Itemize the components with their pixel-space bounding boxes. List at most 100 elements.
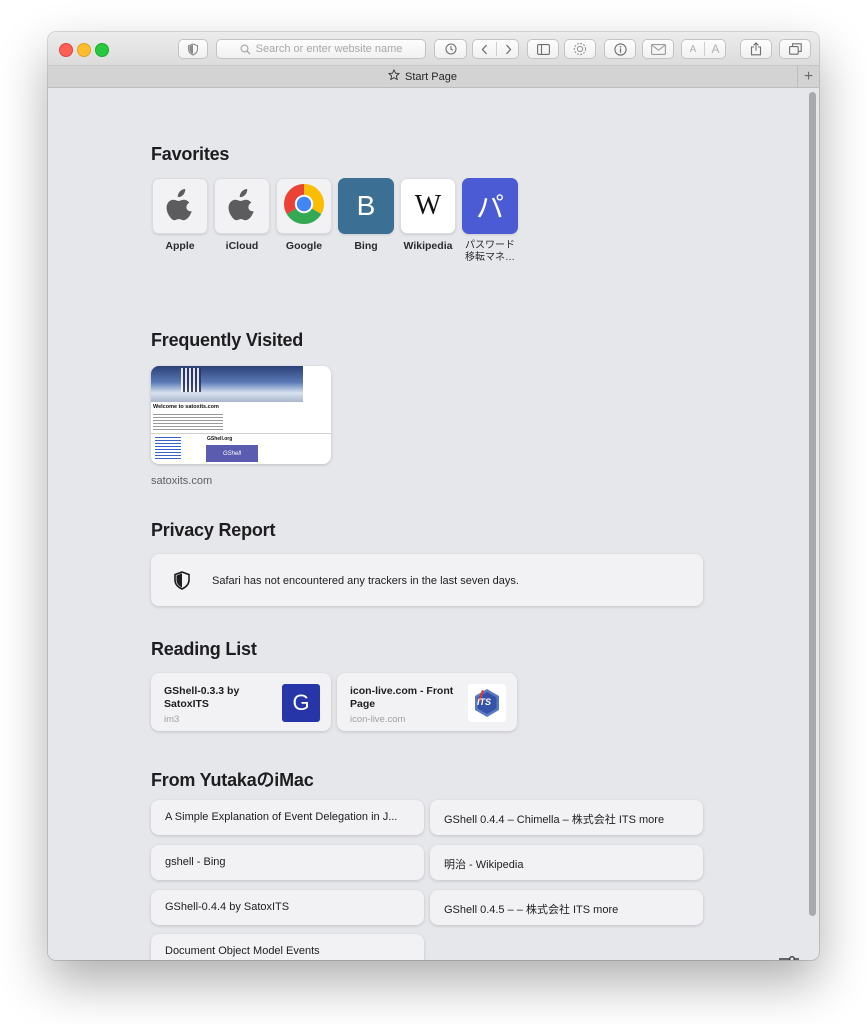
safari-window: Search or enter website name A A Start P… (48, 32, 819, 960)
favorite-password-transfer[interactable]: パ パスワード 移転マネ… (462, 178, 518, 264)
privacy-report-card[interactable]: Safari has not encountered any trackers … (151, 554, 703, 606)
favorite-icloud[interactable]: iCloud (214, 178, 270, 252)
clock-icon (444, 43, 457, 55)
text-smaller-button[interactable]: A (682, 40, 704, 58)
favorite-letter: W (414, 190, 442, 221)
reading-list-title: icon-live.com - Front Page (350, 685, 454, 710)
favorite-label: Bing (354, 240, 378, 252)
favorite-letter: パ (475, 192, 504, 223)
reading-list-subtitle: icon-live.com (350, 714, 406, 725)
favorite-label: Wikipedia (403, 240, 453, 252)
favorite-tile: B (338, 178, 394, 234)
synced-tab-title: GShell 0.4.4 – Chimella – 株式会社 ITS more (444, 814, 665, 826)
address-bar[interactable]: Search or enter website name (216, 39, 426, 59)
frequently-visited-label: satoxits.com (151, 475, 213, 487)
favorite-tile: パ (462, 178, 518, 234)
close-window-button[interactable] (59, 43, 73, 57)
tabs-icon (788, 43, 802, 55)
synced-tab[interactable]: GShell-0.4.4 by SatoxITS (151, 890, 424, 925)
reading-list-item[interactable]: GShell-0.3.3 by SatoxITS im3 G (151, 673, 331, 731)
toolbar: Search or enter website name A A (48, 32, 819, 66)
envelope-icon (650, 43, 666, 55)
zoom-window-button[interactable] (95, 43, 109, 57)
synced-tab-title: Document Object Model Events (165, 945, 320, 957)
history-button[interactable] (434, 39, 467, 59)
privacy-report-text: Safari has not encountered any trackers … (212, 575, 519, 587)
reading-list-item[interactable]: icon-live.com - Front Page icon-live.com… (337, 673, 517, 731)
thumbnail-link-list (155, 437, 181, 461)
shield-icon (174, 571, 190, 595)
synced-tab-title: 明治 - Wikipedia (444, 859, 524, 871)
favorite-google[interactable]: Google (276, 178, 332, 252)
favorite-tile: W (400, 178, 456, 234)
reading-list-heading: Reading List (151, 639, 257, 659)
from-device-heading: From YutakaのiMac (151, 770, 314, 790)
reading-list-title: GShell-0.3.3 by SatoxITS (164, 685, 240, 710)
apple-logo-icon (227, 187, 257, 226)
tab-title: Start Page (405, 70, 457, 83)
favorite-tile (214, 178, 270, 234)
extension-button[interactable] (564, 39, 596, 59)
info-icon (613, 42, 627, 56)
privacy-report-heading: Privacy Report (151, 520, 276, 540)
start-page: Favorites Apple iCloud Google B Bing W W… (48, 88, 819, 960)
synced-tab[interactable]: A Simple Explanation of Event Delegation… (151, 800, 424, 835)
text-smaller-label: A (689, 43, 697, 55)
reading-list-thumbnail: ITS (468, 684, 506, 722)
favorite-bing[interactable]: B Bing (338, 178, 394, 252)
thumbnail-gshell-button: GShell (206, 445, 258, 462)
sidebar-button[interactable] (527, 39, 559, 59)
minimize-window-button[interactable] (77, 43, 91, 57)
favorites-heading: Favorites (151, 144, 230, 164)
synced-tab[interactable]: GShell 0.4.4 – Chimella – 株式会社 ITS more (430, 800, 703, 835)
synced-tab[interactable]: 明治 - Wikipedia (430, 845, 703, 880)
favorite-tile (152, 178, 208, 234)
shield-icon (187, 42, 199, 56)
frequently-visited-tile[interactable]: Welcome to satoxits.com GShell.org GShel… (151, 366, 331, 464)
forward-button[interactable] (497, 40, 519, 58)
chevron-left-icon (481, 44, 488, 55)
address-placeholder: Search or enter website name (255, 43, 403, 55)
frequently-visited-heading: Frequently Visited (151, 330, 304, 350)
qr-code-graphic (181, 368, 201, 392)
thumbnail-link: GShell.org (207, 436, 233, 442)
synced-tab[interactable]: GShell 0.4.5 – – 株式会社 ITS more (430, 890, 703, 925)
tab-overview-button[interactable] (779, 39, 811, 59)
search-icon (240, 43, 251, 55)
reading-list-icon-letter: G (292, 690, 310, 715)
text-larger-button[interactable]: A (705, 40, 726, 58)
synced-tab[interactable]: Document Object Model Events (151, 934, 424, 960)
chrome-logo-icon (283, 183, 325, 230)
back-button[interactable] (473, 40, 496, 58)
mail-button[interactable] (642, 39, 674, 59)
vertical-scrollbar[interactable] (809, 92, 816, 916)
start-page-settings-button[interactable] (778, 955, 800, 960)
favorite-apple[interactable]: Apple (152, 178, 208, 252)
tab-start-page[interactable]: Start Page (48, 66, 797, 87)
favorite-tile (276, 178, 332, 234)
thumbnail-rule (151, 433, 331, 434)
synced-tab-title: gshell - Bing (165, 856, 226, 868)
synced-tab-title: GShell-0.4.4 by SatoxITS (165, 901, 290, 913)
share-icon (750, 42, 762, 56)
favorite-letter: B (356, 190, 376, 221)
info-button[interactable] (604, 39, 636, 59)
thumbnail-text-lines (153, 414, 223, 430)
privacy-report-button[interactable] (178, 39, 208, 59)
favorite-label: iCloud (225, 240, 259, 252)
new-tab-button[interactable]: + (797, 66, 819, 87)
reading-list-icon-letter: ITS (477, 697, 492, 707)
chevron-right-icon (505, 44, 512, 55)
sidebar-icon (536, 43, 550, 55)
share-button[interactable] (740, 39, 772, 59)
back-forward-buttons (472, 39, 519, 59)
reading-list-subtitle: im3 (164, 714, 180, 725)
favorite-label: Google (285, 240, 323, 252)
star-icon (388, 69, 400, 84)
synced-tab-title: A Simple Explanation of Event Delegation… (165, 811, 398, 823)
favorite-wikipedia[interactable]: W Wikipedia (400, 178, 456, 252)
thumbnail-title: Welcome to satoxits.com (153, 404, 219, 410)
gear-icon (573, 42, 587, 56)
thumbnail-banner (151, 366, 303, 402)
synced-tab[interactable]: gshell - Bing (151, 845, 424, 880)
